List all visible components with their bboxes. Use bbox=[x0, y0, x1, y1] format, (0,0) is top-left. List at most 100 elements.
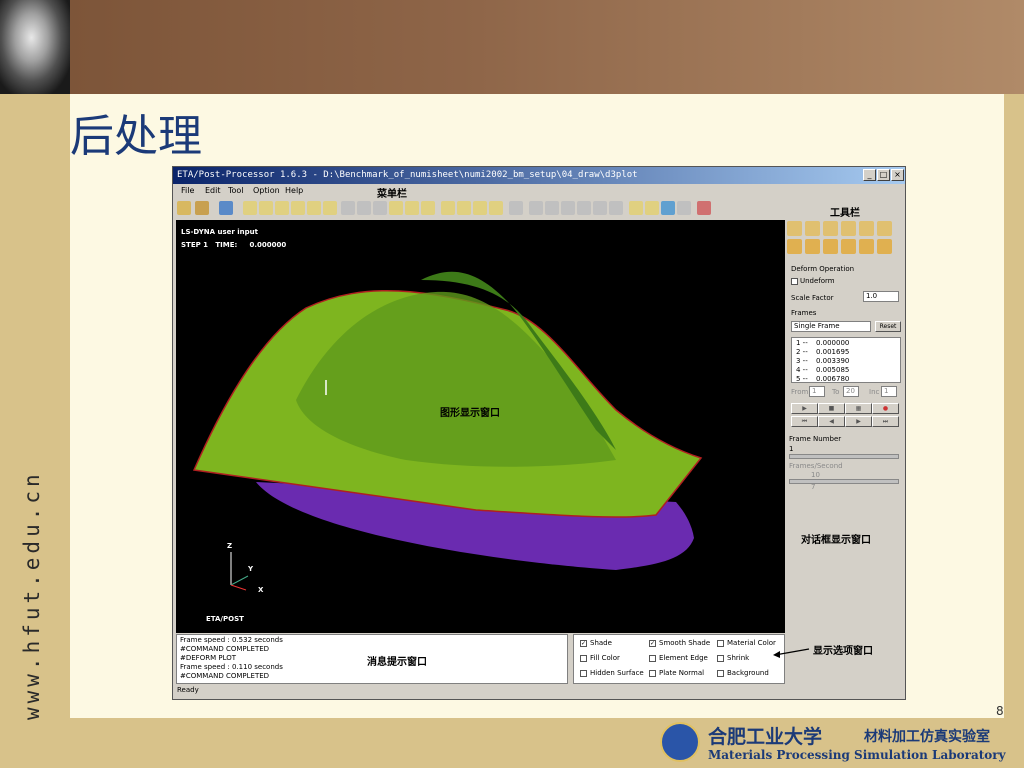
material-color-label: Material Color bbox=[727, 639, 776, 647]
save-icon[interactable] bbox=[195, 201, 209, 215]
dialog-panel: Deform Operation Undeform Scale Factor 1… bbox=[787, 259, 903, 629]
exit-icon[interactable] bbox=[697, 201, 711, 215]
select-icon[interactable] bbox=[219, 201, 233, 215]
material-color-checkbox[interactable] bbox=[717, 640, 724, 647]
fit-icon[interactable] bbox=[405, 201, 419, 215]
last-frame-button[interactable]: ⏭ bbox=[872, 416, 899, 427]
lab-name-en: Materials Processing Simulation Laborato… bbox=[708, 748, 1006, 762]
arrow-icon[interactable] bbox=[609, 201, 623, 215]
plate-normal-checkbox[interactable] bbox=[649, 670, 656, 677]
vector-icon[interactable] bbox=[545, 201, 559, 215]
frame-list-item[interactable]: 5 -- 0.006780 bbox=[796, 375, 849, 383]
measure-icon[interactable] bbox=[509, 201, 523, 215]
thinning-icon[interactable] bbox=[823, 239, 838, 254]
menu-edit[interactable]: Edit bbox=[205, 186, 221, 195]
frame-number-value: 1 bbox=[789, 445, 794, 453]
plate-normal-label: Plate Normal bbox=[659, 669, 705, 677]
menu-option[interactable]: Option bbox=[253, 186, 280, 195]
part-on-icon[interactable] bbox=[441, 201, 455, 215]
pan-icon[interactable] bbox=[357, 201, 371, 215]
reset-button[interactable]: Reset bbox=[875, 321, 901, 332]
window-title: ETA/Post-Processor 1.6.3 - D:\Benchmark_… bbox=[177, 170, 638, 180]
record-button[interactable]: ● bbox=[872, 403, 899, 414]
view-iso-icon[interactable] bbox=[243, 201, 257, 215]
undeform-label: Undeform bbox=[800, 277, 835, 285]
menu-bar: File Edit Tool Option Help bbox=[173, 184, 905, 198]
menu-file[interactable]: File bbox=[181, 186, 194, 195]
scale-factor-input[interactable]: 1.0 bbox=[863, 291, 899, 302]
restore-view-icon[interactable] bbox=[421, 201, 435, 215]
view-back-icon[interactable] bbox=[307, 201, 321, 215]
mesh-icon[interactable] bbox=[677, 201, 691, 215]
zoom-window-icon[interactable] bbox=[389, 201, 403, 215]
smooth-shade-checkbox[interactable]: ✓ bbox=[649, 640, 656, 647]
next-frame-button[interactable]: ▶ bbox=[845, 416, 872, 427]
frame-number-slider[interactable] bbox=[789, 454, 899, 459]
from-input[interactable]: 1 bbox=[809, 386, 825, 397]
fill-color-checkbox[interactable] bbox=[580, 655, 587, 662]
undeform-checkbox[interactable] bbox=[791, 278, 798, 285]
deform-icon[interactable] bbox=[787, 221, 802, 236]
frame-list-item[interactable]: 2 -- 0.001695 bbox=[796, 348, 849, 356]
prev-frame-button[interactable]: ◀ bbox=[818, 416, 845, 427]
play-button[interactable]: ▶ bbox=[791, 403, 818, 414]
animate-icon[interactable] bbox=[805, 221, 820, 236]
zoom-icon[interactable] bbox=[373, 201, 387, 215]
window-titlebar: ETA/Post-Processor 1.6.3 - D:\Benchmark_… bbox=[173, 167, 905, 184]
edit-icon[interactable] bbox=[645, 201, 659, 215]
stop-button[interactable]: ▦ bbox=[845, 403, 872, 414]
frame-1-icon[interactable] bbox=[823, 221, 838, 236]
frame-mode-select[interactable]: Single Frame bbox=[791, 321, 871, 332]
fld-icon[interactable] bbox=[805, 239, 820, 254]
smooth-shade-label: Smooth Shade bbox=[659, 639, 711, 647]
section-icon[interactable] bbox=[577, 201, 591, 215]
corner-decoration-image bbox=[0, 0, 70, 94]
open-file-icon[interactable] bbox=[177, 201, 191, 215]
maximize-button[interactable]: □ bbox=[877, 169, 890, 181]
part-all-icon[interactable] bbox=[473, 201, 487, 215]
close-button[interactable]: × bbox=[891, 169, 904, 181]
inc-input[interactable]: 1 bbox=[881, 386, 897, 397]
curve-icon[interactable] bbox=[629, 201, 643, 215]
contour-icon[interactable] bbox=[787, 239, 802, 254]
menu-help[interactable]: Help bbox=[285, 186, 303, 195]
view-top-icon[interactable] bbox=[291, 201, 305, 215]
status-bar: Ready bbox=[177, 686, 199, 694]
rotate-icon[interactable] bbox=[341, 201, 355, 215]
frame-list-item[interactable]: 1 -- 0.000000 bbox=[796, 339, 849, 347]
to-input[interactable]: 20 bbox=[843, 386, 859, 397]
frame-2-icon[interactable] bbox=[841, 221, 856, 236]
view-front-icon[interactable] bbox=[259, 201, 273, 215]
view-bottom-icon[interactable] bbox=[323, 201, 337, 215]
cut-icon[interactable] bbox=[593, 201, 607, 215]
node-icon[interactable] bbox=[529, 201, 543, 215]
minimize-button[interactable]: _ bbox=[863, 169, 876, 181]
frame-list-item[interactable]: 4 -- 0.005085 bbox=[796, 366, 849, 374]
strain-icon[interactable] bbox=[859, 239, 874, 254]
first-frame-button[interactable]: ⏮ bbox=[791, 416, 818, 427]
pause-button[interactable]: ■ bbox=[818, 403, 845, 414]
part-reverse-icon[interactable] bbox=[489, 201, 503, 215]
frame-list[interactable]: 1 -- 0.000000 2 -- 0.001695 3 -- 0.00339… bbox=[791, 337, 901, 383]
hidden-surface-checkbox[interactable] bbox=[580, 670, 587, 677]
frames-second-slider[interactable] bbox=[789, 479, 899, 484]
graphics-viewport[interactable]: LS-DYNA user input STEP 1 TIME: 0.000000… bbox=[176, 220, 785, 633]
menu-tool[interactable]: Tool bbox=[228, 186, 244, 195]
university-name-cn: 合肥工业大学 bbox=[708, 726, 823, 748]
stress-icon[interactable] bbox=[841, 239, 856, 254]
frame-3-icon[interactable] bbox=[859, 221, 874, 236]
distance-icon[interactable] bbox=[561, 201, 575, 215]
shrink-checkbox[interactable] bbox=[717, 655, 724, 662]
element-edge-checkbox[interactable] bbox=[649, 655, 656, 662]
background-label: Background bbox=[727, 669, 769, 677]
message-line: #COMMAND COMPLETED bbox=[180, 672, 270, 680]
view-side-icon[interactable] bbox=[275, 201, 289, 215]
wrinkle-icon[interactable] bbox=[877, 239, 892, 254]
shade-checkbox[interactable]: ✓ bbox=[580, 640, 587, 647]
frame-list-item[interactable]: 3 -- 0.003390 bbox=[796, 357, 849, 365]
background-checkbox[interactable] bbox=[717, 670, 724, 677]
display-options-window: ✓ Shade ✓ Smooth Shade Material Color Fi… bbox=[573, 634, 785, 684]
frame-4-icon[interactable] bbox=[877, 221, 892, 236]
color-icon[interactable] bbox=[661, 201, 675, 215]
part-off-icon[interactable] bbox=[457, 201, 471, 215]
